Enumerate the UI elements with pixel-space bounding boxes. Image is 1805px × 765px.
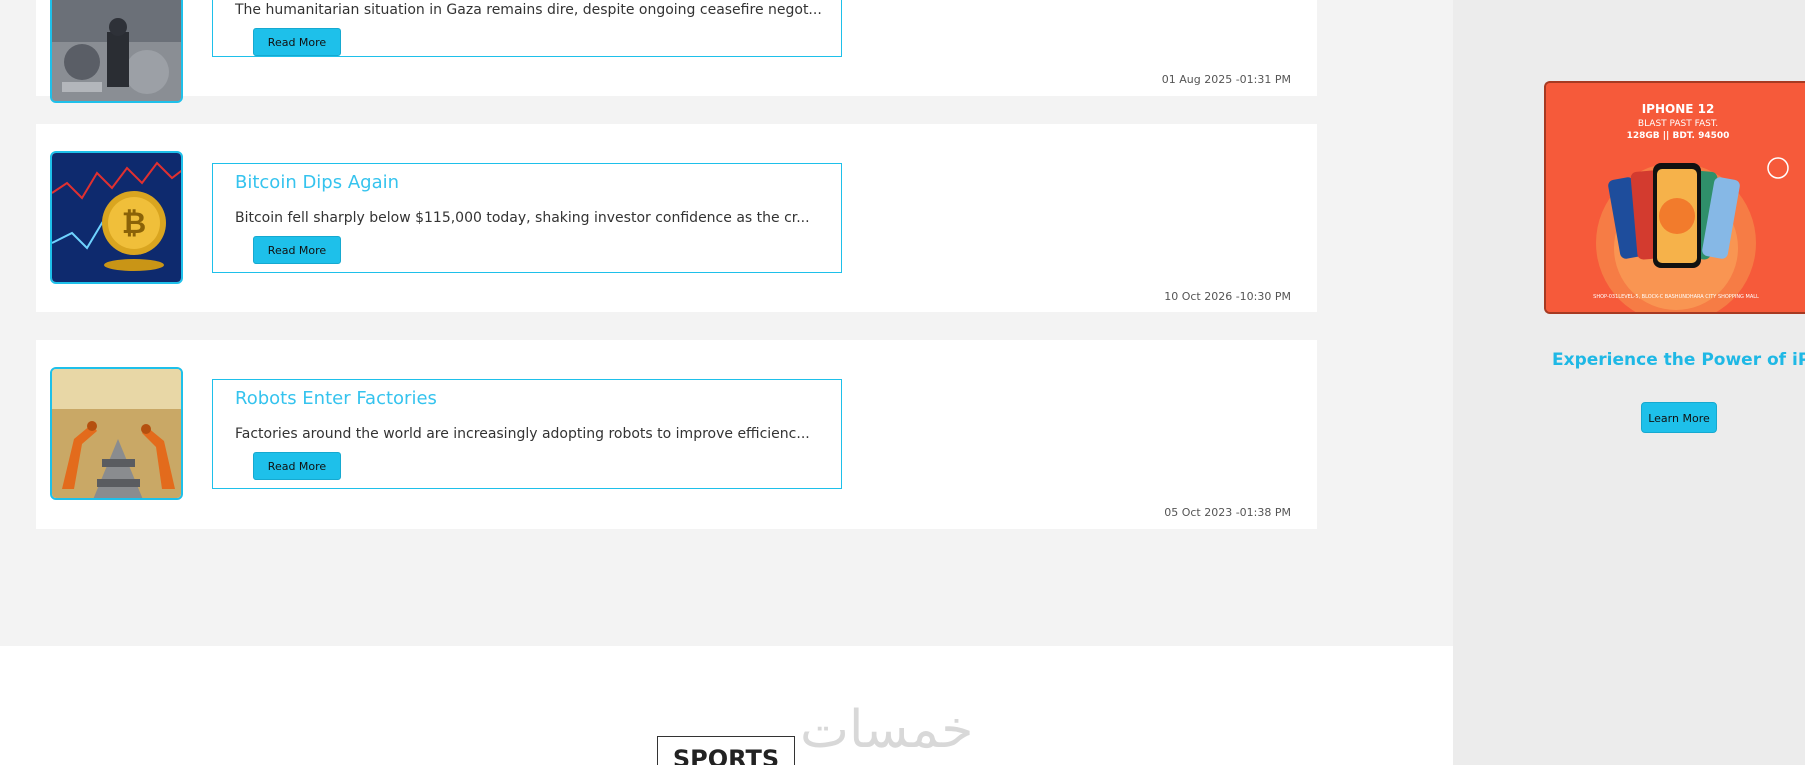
sports-heading: SPORTS [657, 736, 795, 765]
read-more-button[interactable]: Read More [253, 452, 341, 480]
news-text-box: Robots Enter Factories Factories around … [212, 379, 842, 489]
news-text-box: Bitcoin Dips Again Bitcoin fell sharply … [212, 163, 842, 273]
news-headline-link[interactable]: Robots Enter Factories [235, 388, 437, 409]
ad-title: Experience the Power of iPhone [1552, 350, 1805, 370]
learn-more-button[interactable]: Learn More [1641, 402, 1717, 433]
news-thumbnail[interactable] [50, 0, 183, 103]
news-summary: Factories around the world are increasin… [235, 426, 810, 442]
read-more-button[interactable]: Read More [253, 236, 341, 264]
svg-text:₿: ₿ [122, 206, 146, 241]
sports-section: SPORTS [0, 646, 1453, 765]
watermark-logo: خمسات [800, 700, 974, 760]
ad-banner[interactable]: IPHONE 12 BLAST PAST FAST. 128GB || BDT.… [1544, 81, 1805, 314]
factory-robots-photo-icon [52, 369, 181, 498]
svg-text:SHOP-031LEVEL-5, BLOCK-C BASHU: SHOP-031LEVEL-5, BLOCK-C BASHUNDHARA CIT… [1593, 294, 1759, 300]
news-thumbnail[interactable]: ₿ [50, 151, 183, 284]
news-card: Robots Enter Factories Factories around … [36, 340, 1317, 529]
svg-text:IPHONE 12: IPHONE 12 [1642, 102, 1715, 116]
svg-text:128GB || BDT. 94500: 128GB || BDT. 94500 [1627, 131, 1730, 141]
news-thumbnail[interactable] [50, 367, 183, 500]
rubble-photo-icon [52, 0, 181, 101]
read-more-button[interactable]: Read More [253, 28, 341, 56]
bitcoin-photo-icon: ₿ [52, 153, 181, 282]
iphone-ad-icon: IPHONE 12 BLAST PAST FAST. 128GB || BDT.… [1546, 83, 1805, 312]
news-card: The humanitarian situation in Gaza remai… [36, 0, 1317, 103]
main-column: The humanitarian situation in Gaza remai… [0, 0, 1453, 765]
svg-text:BLAST PAST FAST.: BLAST PAST FAST. [1638, 119, 1718, 129]
news-text-box: The humanitarian situation in Gaza remai… [212, 0, 842, 57]
news-headline-link[interactable]: Bitcoin Dips Again [235, 172, 399, 193]
page: The humanitarian situation in Gaza remai… [0, 0, 1805, 765]
news-summary: Bitcoin fell sharply below $115,000 toda… [235, 210, 810, 226]
news-card: ₿ Bitcoin Dips Again Bitcoin fell sharpl… [36, 124, 1317, 312]
news-date: 05 Oct 2023 -01:38 PM [1164, 506, 1291, 519]
news-summary: The humanitarian situation in Gaza remai… [235, 2, 822, 18]
news-date: 01 Aug 2025 -01:31 PM [1161, 73, 1291, 86]
news-date: 10 Oct 2026 -10:30 PM [1164, 290, 1291, 303]
